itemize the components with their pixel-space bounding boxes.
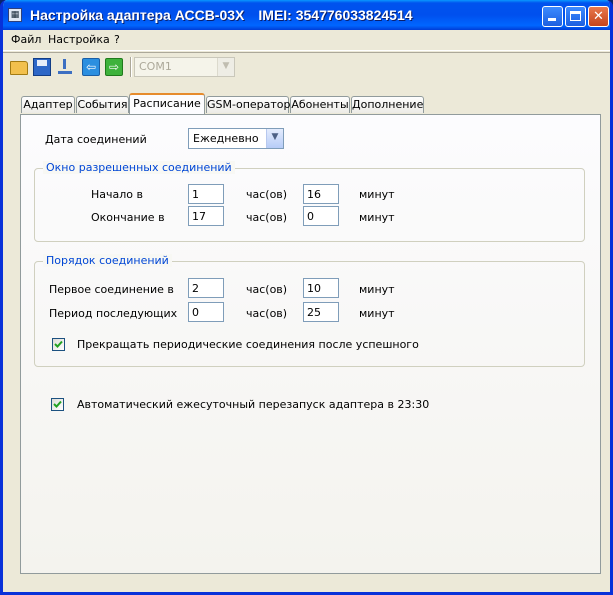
tab-gsm-operator[interactable]: GSM-оператор xyxy=(206,96,291,113)
first-minutes-input[interactable]: 10 xyxy=(303,278,339,298)
arrow-left-icon[interactable]: ⇦ xyxy=(82,58,100,76)
minimize-button[interactable] xyxy=(542,6,563,27)
order-group: Порядок соединений Первое соединение в 2… xyxy=(34,254,585,367)
title-bar[interactable]: ▦ Настройка адаптера АССВ-03Х IMEI: 35477… xyxy=(3,0,610,30)
start-label: Начало в xyxy=(91,188,143,201)
checkmark-icon xyxy=(54,340,63,348)
checkmark-icon xyxy=(53,400,62,408)
date-label: Дата соединений xyxy=(45,133,147,146)
period-label: Период последующих xyxy=(49,307,178,320)
first-connection-label: Первое соединение в xyxy=(49,283,174,296)
first-minutes-unit: минут xyxy=(359,283,395,296)
start-minutes-unit: минут xyxy=(359,188,395,201)
toolbar-separator xyxy=(130,57,132,77)
toolbar: ⇦ ⇨ COM1 ▼ xyxy=(3,52,610,81)
start-minutes-input[interactable]: 16 xyxy=(303,184,339,204)
tab-events[interactable]: События xyxy=(76,96,129,113)
close-icon: ✕ xyxy=(593,9,604,24)
chevron-down-icon: ▼ xyxy=(217,58,234,76)
date-select-value: Ежедневно xyxy=(193,132,259,145)
period-hours-unit: час(ов) xyxy=(246,307,288,320)
close-button[interactable]: ✕ xyxy=(588,6,609,27)
download-icon[interactable] xyxy=(56,58,74,76)
open-folder-icon[interactable] xyxy=(10,61,28,75)
period-minutes-input[interactable]: 25 xyxy=(303,302,339,322)
window-title-text: Настройка адаптера АССВ-03Х xyxy=(30,7,245,23)
app-icon[interactable]: ▦ xyxy=(8,8,22,22)
maximize-icon xyxy=(570,11,581,21)
end-hours-unit: час(ов) xyxy=(246,211,288,224)
menu-help[interactable]: ? xyxy=(114,33,120,46)
order-group-title: Порядок соединений xyxy=(43,254,172,267)
end-minutes-unit: минут xyxy=(359,211,395,224)
end-hours-input[interactable]: 17 xyxy=(188,206,224,226)
stop-after-success-checkbox[interactable] xyxy=(52,338,65,351)
stop-after-success-label[interactable]: Прекращать периодические соединения посл… xyxy=(77,338,419,351)
menu-settings[interactable]: Настройка xyxy=(48,33,110,46)
menu-file[interactable]: Файл xyxy=(11,33,41,46)
menu-bar: Файл Настройка ? xyxy=(3,30,610,51)
period-minutes-unit: минут xyxy=(359,307,395,320)
daily-restart-checkbox[interactable] xyxy=(51,398,64,411)
minimize-icon xyxy=(548,18,556,21)
tab-adapter[interactable]: Адаптер xyxy=(21,96,75,113)
end-minutes-input[interactable]: 0 xyxy=(303,206,339,226)
imei-text: IMEI: 354776033824514 xyxy=(258,7,413,23)
chevron-down-icon: ▼ xyxy=(266,129,283,148)
period-hours-input[interactable]: 0 xyxy=(188,302,224,322)
window-title: Настройка адаптера АССВ-03Х IMEI: 3547760… xyxy=(30,7,413,23)
window-group-title: Окно разрешенных соединений xyxy=(43,161,235,174)
save-icon[interactable] xyxy=(33,58,51,76)
schedule-panel: Дата соединений Ежедневно ▼ Окно разреше… xyxy=(20,114,601,574)
arrow-right-icon[interactable]: ⇨ xyxy=(105,58,123,76)
first-hours-unit: час(ов) xyxy=(246,283,288,296)
start-hours-input[interactable]: 1 xyxy=(188,184,224,204)
tab-subscribers[interactable]: Абоненты xyxy=(290,96,350,113)
start-hours-unit: час(ов) xyxy=(246,188,288,201)
end-label: Окончание в xyxy=(91,211,165,224)
main-window: ▦ Настройка адаптера АССВ-03Х IMEI: 35477… xyxy=(0,0,613,595)
window-group: Окно разрешенных соединений Начало в 1 ч… xyxy=(34,161,585,242)
daily-restart-label[interactable]: Автоматический ежесуточный перезапуск ад… xyxy=(77,398,429,411)
com-port-value: COM1 xyxy=(139,60,172,73)
maximize-button[interactable] xyxy=(565,6,586,27)
tab-schedule[interactable]: Расписание xyxy=(129,93,205,114)
first-hours-input[interactable]: 2 xyxy=(188,278,224,298)
tab-extra[interactable]: Дополнение xyxy=(351,96,424,113)
date-select[interactable]: Ежедневно ▼ xyxy=(188,128,284,149)
com-port-select[interactable]: COM1 ▼ xyxy=(134,57,235,77)
